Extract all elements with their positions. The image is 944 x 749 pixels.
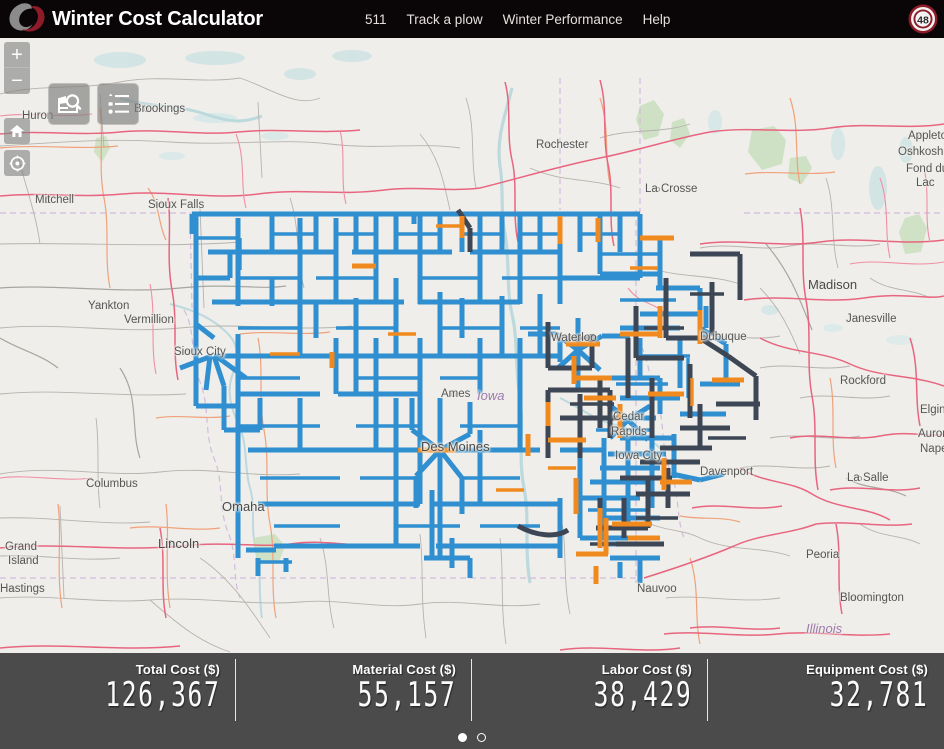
map-city-dot [850, 379, 855, 384]
map-canvas[interactable]: .rdGray { stroke:#b6b3ad; stroke-width:0… [0, 38, 944, 653]
stat-equipment-cost-value: 32,781 [829, 676, 928, 716]
stat-total-cost-value: 126,367 [104, 676, 220, 716]
map-city-dot [96, 482, 101, 487]
map-city-dot [18, 559, 23, 564]
map-city-dot [168, 540, 173, 545]
zoom-in-button[interactable]: + [4, 42, 30, 68]
stat-labor-cost: Labor Cost ($) 38,429 [472, 653, 708, 727]
main-nav: 511 Track a plow Winter Performance Help [365, 12, 670, 27]
legend-list-icon [108, 93, 129, 114]
nav-help[interactable]: Help [643, 12, 671, 27]
map-city-dot [451, 392, 456, 397]
map-city-dot [232, 503, 237, 508]
map-city-dot [546, 143, 551, 148]
map-city-dot [918, 134, 923, 139]
minus-icon: − [11, 70, 23, 92]
map-city-dot [818, 281, 823, 286]
stat-equipment-cost-label: Equipment Cost ($) [806, 662, 928, 677]
stat-material-cost: Material Cost ($) 55,157 [236, 653, 472, 727]
identify-tool-button[interactable] [48, 83, 90, 125]
speed-limit-badge[interactable]: 48 [907, 3, 939, 35]
stat-equipment-cost: Equipment Cost ($) 32,781 [708, 653, 944, 727]
pagination-dot-1[interactable] [458, 733, 467, 742]
map-zoom-controls: + − [4, 42, 30, 94]
stat-material-cost-label: Material Cost ($) [352, 662, 456, 677]
map-city-dot [98, 304, 103, 309]
iowa-dot-swoosh-logo[interactable] [0, 0, 50, 38]
map-city-dot [158, 203, 163, 208]
map-city-dot [908, 150, 913, 155]
stat-labor-cost-value: 38,429 [593, 676, 692, 716]
stat-material-cost-value: 55,157 [357, 676, 456, 716]
nav-winter-performance[interactable]: Winter Performance [503, 12, 623, 27]
pagination-dot-2[interactable] [477, 733, 486, 742]
plus-icon: + [11, 43, 23, 66]
map-city-dot [655, 187, 660, 192]
map-city-dot [856, 317, 861, 322]
map-city-dot [816, 553, 821, 558]
cost-summary-bar: Total Cost ($) 126,367 Material Cost ($)… [0, 653, 944, 749]
cost-stats-row: Total Cost ($) 126,367 Material Cost ($)… [0, 653, 944, 727]
map-city-dot [10, 587, 15, 592]
map-city-dot [850, 596, 855, 601]
map-city-dot [710, 335, 715, 340]
map-city-dot [857, 476, 862, 481]
nav-511[interactable]: 511 [365, 12, 387, 27]
nav-track-a-plow[interactable]: Track a plow [407, 12, 483, 27]
app-header: Winter Cost Calculator 511 Track a plow … [0, 0, 944, 38]
map-city-dot [134, 318, 139, 323]
map-city-dot [710, 470, 715, 475]
map-city-dot [184, 350, 189, 355]
map-city-dot [926, 181, 931, 186]
locate-crosshair-icon [9, 155, 25, 171]
page-title: Winter Cost Calculator [52, 7, 264, 30]
map-city-dot [144, 107, 149, 112]
stat-total-cost: Total Cost ($) 126,367 [0, 653, 236, 727]
home-icon [10, 125, 24, 137]
legend-button[interactable] [97, 83, 139, 125]
map-city-dot [431, 443, 436, 448]
map-city-dot [561, 336, 566, 341]
map-search-identify-icon [58, 94, 82, 113]
map-city-dot [625, 454, 630, 459]
locate-button[interactable] [4, 150, 30, 176]
map-city-dot [647, 587, 652, 592]
badge-value: 48 [917, 14, 929, 26]
stat-total-cost-label: Total Cost ($) [135, 662, 220, 677]
map-city-dot [621, 430, 626, 435]
map-city-dot [45, 198, 50, 203]
stat-labor-cost-label: Labor Cost ($) [601, 662, 692, 677]
stats-pagination [0, 733, 944, 742]
home-button[interactable] [4, 118, 30, 144]
winter-cost-calculator-app: Winter Cost Calculator 511 Track a plow … [0, 0, 944, 749]
zoom-out-button[interactable]: − [4, 68, 30, 94]
